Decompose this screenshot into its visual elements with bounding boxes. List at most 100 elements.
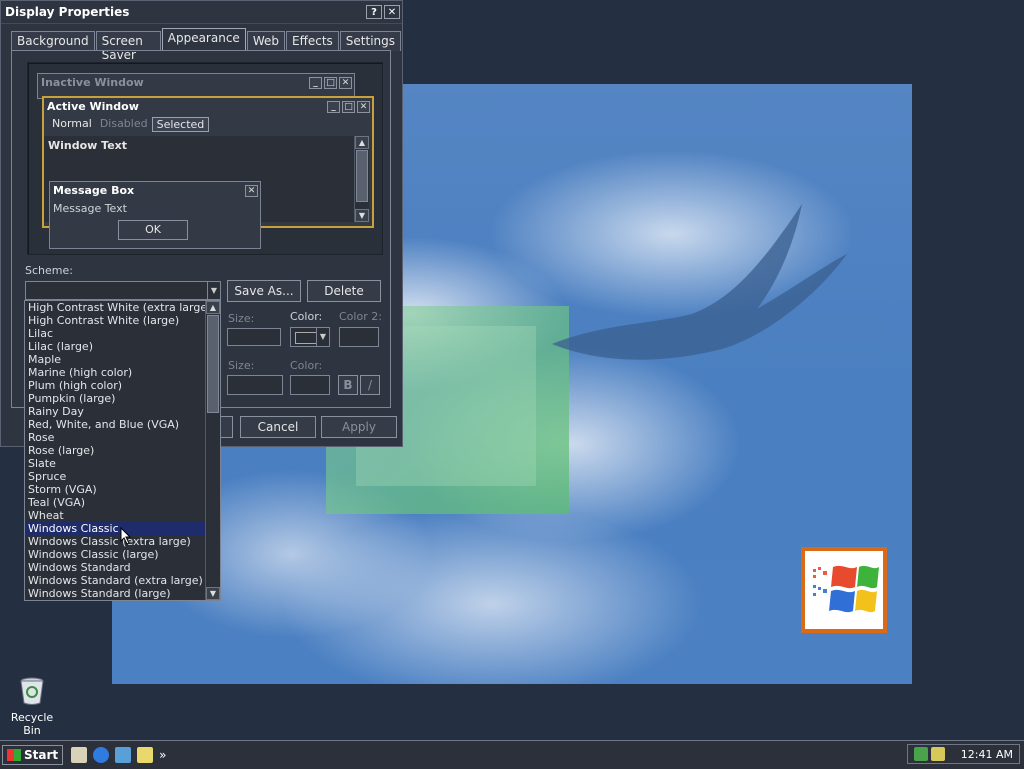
scheme-options: High Contrast White (extra large) High Co… — [25, 301, 205, 600]
save-as-button[interactable]: Save As... — [227, 280, 301, 302]
tab-screen-saver[interactable]: Screen Saver — [95, 31, 161, 62]
scheme-option[interactable]: Spruce — [25, 470, 205, 483]
scroll-up-arrow-icon[interactable]: ▲ — [206, 301, 220, 314]
preview-message-box[interactable]: Message Box ✕ Message Text OK — [49, 181, 261, 249]
scheme-label: Scheme: — [25, 264, 73, 277]
tab-settings[interactable]: Settings — [339, 31, 401, 51]
scheme-option[interactable]: Slate — [25, 457, 205, 470]
system-tray: 12:41 AM — [906, 744, 1020, 764]
chevron-down-icon[interactable]: ▼ — [207, 282, 220, 299]
scheme-option[interactable]: Rose — [25, 431, 205, 444]
maximize-icon: □ — [324, 76, 337, 89]
tab-strip: Background Screen Saver Appearance Web E… — [11, 28, 402, 62]
volume-icon[interactable] — [930, 747, 945, 761]
scheme-option[interactable]: Plum (high color) — [25, 379, 205, 392]
message-text: Message Text — [53, 202, 127, 215]
network-icon[interactable] — [913, 747, 928, 761]
window-text: Window Text — [48, 139, 128, 152]
scheme-option[interactable]: High Contrast White (extra large) — [25, 301, 205, 314]
font-size-dropdown[interactable] — [227, 375, 283, 395]
scheme-option[interactable]: Rose (large) — [25, 444, 205, 457]
menu-disabled[interactable]: Disabled — [96, 117, 152, 132]
tab-background[interactable]: Background — [11, 31, 95, 51]
scheme-option[interactable]: Teal (VGA) — [25, 496, 205, 509]
maximize-icon: □ — [342, 100, 355, 113]
scheme-preview[interactable]: Inactive Window _ □ ✕ Active Window _ □ … — [27, 62, 383, 255]
scheme-option[interactable]: Storm (VGA) — [25, 483, 205, 496]
item-size-spinner[interactable] — [227, 328, 281, 346]
tab-effects[interactable]: Effects — [285, 31, 339, 51]
menu-normal[interactable]: Normal — [48, 117, 96, 132]
bold-button[interactable]: B — [338, 375, 358, 395]
item-size-label: Size: — [228, 312, 255, 325]
menu-selected[interactable]: Selected — [151, 117, 210, 132]
dialog-title: Display Properties — [5, 5, 130, 19]
italic-button[interactable]: / — [360, 375, 380, 395]
tab-appearance[interactable]: Appearance — [161, 28, 246, 51]
recycle-bin-label: Recycle Bin — [10, 711, 54, 737]
scroll-thumb[interactable] — [207, 315, 219, 413]
minimize-icon: _ — [309, 76, 322, 89]
taskbar: Start » 12:41 AM — [0, 740, 1024, 769]
scheme-dropdown[interactable]: ▼ — [25, 281, 221, 300]
start-button[interactable]: Start — [2, 745, 64, 765]
font-color-label: Color: — [290, 359, 323, 372]
scheme-option[interactable]: Windows Standard (large) — [25, 587, 205, 600]
chevron-right-icon[interactable]: » — [159, 748, 166, 762]
scheme-option[interactable]: Windows Standard (extra large) — [25, 574, 205, 587]
inactive-window-title: Inactive Window — [41, 76, 144, 89]
help-button[interactable]: ? — [366, 5, 382, 19]
close-button[interactable]: ✕ — [384, 5, 400, 19]
scheme-option[interactable]: Wheat — [25, 509, 205, 522]
scheme-option[interactable]: Red, White, and Blue (VGA) — [25, 418, 205, 431]
scheme-option[interactable]: Maple — [25, 353, 205, 366]
cancel-button[interactable]: Cancel — [240, 416, 316, 438]
scroll-up-arrow-icon[interactable]: ▲ — [355, 136, 369, 149]
apply-button[interactable]: Apply — [321, 416, 397, 438]
clock[interactable]: 12:41 AM — [961, 748, 1013, 761]
close-icon: ✕ — [245, 184, 258, 197]
scheme-option[interactable]: Windows Classic (extra large) — [25, 535, 205, 548]
recycle-bin-desktop-icon[interactable]: Recycle Bin — [2, 676, 62, 737]
dropdown-scrollbar[interactable]: ▲ ▼ — [205, 301, 220, 600]
tab-web[interactable]: Web — [246, 31, 285, 51]
item-color2-label: Color 2: — [339, 310, 382, 323]
close-icon: ✕ — [357, 100, 370, 113]
quick-launch: » — [71, 747, 166, 763]
scheme-option[interactable]: Windows Standard — [25, 561, 205, 574]
scheme-option[interactable]: Windows Classic (large) — [25, 548, 205, 561]
chevron-down-icon[interactable]: ▼ — [316, 328, 329, 346]
internet-explorer-icon[interactable] — [93, 747, 110, 763]
windows-logo — [801, 547, 887, 633]
preview-menu-bar: Normal Disabled Selected — [44, 115, 372, 134]
recycle-bin-icon — [20, 677, 44, 705]
item-color2-picker[interactable] — [339, 327, 379, 347]
delete-button[interactable]: Delete — [307, 280, 381, 302]
windows-explorer-icon[interactable] — [137, 747, 154, 763]
scheme-option[interactable]: High Contrast White (large) — [25, 314, 205, 327]
scheme-dropdown-list[interactable]: High Contrast White (extra large) High Co… — [24, 300, 221, 601]
scroll-down-arrow-icon[interactable]: ▼ — [355, 209, 369, 222]
scheme-option[interactable]: Marine (high color) — [25, 366, 205, 379]
preview-scrollbar[interactable]: ▲ ▼ — [354, 136, 369, 222]
wallpaper-diver-silhouette — [552, 204, 847, 360]
scheme-option[interactable]: Rainy Day — [25, 405, 205, 418]
scroll-thumb[interactable] — [356, 150, 368, 202]
outlook-express-icon[interactable] — [115, 747, 132, 763]
scheme-option[interactable]: Pumpkin (large) — [25, 392, 205, 405]
scheme-option[interactable]: Lilac — [25, 327, 205, 340]
show-desktop-icon[interactable] — [71, 747, 88, 763]
close-icon: ✕ — [339, 76, 352, 89]
scheme-option[interactable]: Lilac (large) — [25, 340, 205, 353]
item-color-picker[interactable]: ▼ — [290, 327, 330, 347]
start-label: Start — [24, 748, 59, 762]
item-color-label: Color: — [290, 310, 323, 323]
active-window-title: Active Window — [47, 100, 139, 113]
dialog-titlebar[interactable]: Display Properties ? ✕ — [1, 1, 402, 24]
font-color-picker[interactable] — [290, 375, 330, 395]
scheme-option[interactable]: Windows Classic — [25, 522, 205, 535]
mouse-cursor-icon — [120, 527, 132, 545]
windows-flag-icon — [7, 749, 21, 761]
scroll-down-arrow-icon[interactable]: ▼ — [206, 587, 220, 600]
preview-ok-button[interactable]: OK — [118, 220, 188, 240]
